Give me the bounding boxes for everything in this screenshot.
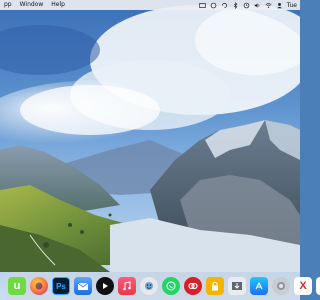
battery-status-icon[interactable]	[209, 1, 217, 9]
apple-tv-icon[interactable]	[96, 277, 114, 295]
user-status-icon[interactable]	[275, 1, 283, 9]
music-icon[interactable]	[118, 277, 136, 295]
firefox-icon[interactable]	[30, 277, 48, 295]
creative-cloud-icon[interactable]	[184, 277, 202, 295]
menu-window[interactable]: Window	[16, 0, 48, 10]
photoshop-icon[interactable]: Ps	[52, 277, 70, 295]
lock-icon[interactable]	[206, 277, 224, 295]
dock: u Ps X	[6, 272, 320, 300]
dropbox-status-icon[interactable]	[198, 1, 206, 9]
bluetooth-status-icon[interactable]	[231, 1, 239, 9]
volume-status-icon[interactable]	[253, 1, 261, 9]
mail-icon[interactable]	[74, 277, 92, 295]
webcam-icon[interactable]	[140, 277, 158, 295]
upwork-icon[interactable]: u	[8, 277, 26, 295]
menu-app[interactable]: pp	[0, 0, 16, 10]
close-app-icon[interactable]: X	[294, 277, 312, 295]
whatsapp-icon[interactable]	[162, 277, 180, 295]
menu-help[interactable]: Help	[47, 0, 69, 10]
sync-status-icon[interactable]	[220, 1, 228, 9]
download-icon[interactable]	[228, 277, 246, 295]
menubar-clock[interactable]: Tue	[285, 2, 300, 9]
preview-icon[interactable]	[272, 277, 290, 295]
photos-icon[interactable]	[316, 277, 320, 295]
desktop-wallpaper	[0, 0, 300, 300]
time-machine-status-icon[interactable]	[242, 1, 250, 9]
app-store-icon[interactable]	[250, 277, 268, 295]
menu-bar: pp Window Help Tue	[0, 0, 300, 10]
wifi-status-icon[interactable]	[264, 1, 272, 9]
